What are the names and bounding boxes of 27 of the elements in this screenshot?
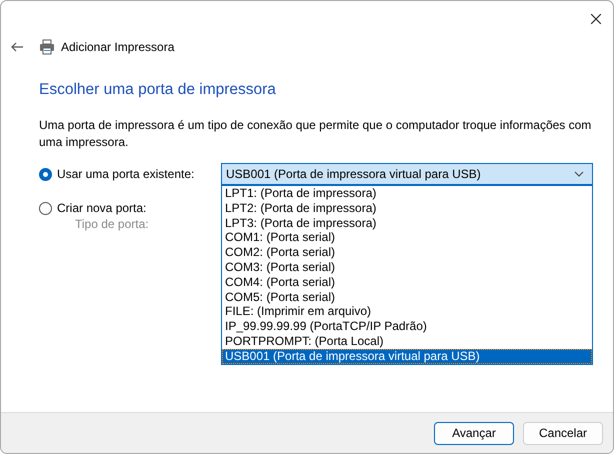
next-button[interactable]: Avançar — [434, 422, 514, 444]
radio-button[interactable] — [39, 168, 52, 180]
dropdown-option[interactable]: COM1: (Porta serial) — [222, 230, 592, 246]
radio-label[interactable]: Criar nova porta: — [57, 201, 223, 215]
dropdown-option[interactable]: COM4: (Porta serial) — [222, 274, 592, 290]
dropdown-option[interactable]: USB001 (Porta de impressora virtual para USB) — [222, 348, 592, 364]
dropdown-option[interactable]: FILE: (Imprimir em arquivo) — [222, 304, 592, 320]
dropdown-option[interactable]: LPT2: (Porta de impressora) — [222, 200, 592, 216]
chevron-down-icon — [574, 171, 584, 177]
back-arrow-icon[interactable] — [11, 42, 23, 52]
radio-button[interactable] — [39, 202, 52, 214]
dropdown-option[interactable]: LPT1: (Porta de impressora) — [222, 186, 592, 201]
dropdown-option[interactable]: COM3: (Porta serial) — [222, 260, 592, 275]
cancel-button[interactable]: Cancelar — [523, 422, 603, 444]
dropdown-option[interactable]: COM2: (Porta serial) — [222, 245, 592, 260]
description-text: Uma porta de impressora é um tipo de conexão que permite que o computador troque informações com uma impressora. — [39, 117, 592, 151]
dropdown-option[interactable]: PORTPROMPT: (Porta Local) — [222, 334, 592, 349]
dropdown-option[interactable]: COM5: (Porta serial) — [222, 290, 592, 304]
dropdown-option[interactable]: IP_99.99.99.99 (PortaTCP/IP Padrão) — [222, 319, 592, 334]
printer-icon — [39, 39, 55, 55]
port-type-label: Tipo de porta: — [75, 217, 149, 231]
page-heading: Escolher uma porta de impressora — [39, 81, 277, 99]
window-title: Adicionar Impressora — [61, 40, 174, 54]
port-dropdown[interactable]: USB001 (Porta de impressora virtual para USB) — [221, 163, 593, 185]
dropdown-option[interactable]: LPT3: (Porta de impressora) — [222, 216, 592, 230]
radio-label[interactable]: Usar uma porta existente: — [56, 167, 221, 181]
close-icon[interactable] — [591, 14, 601, 24]
